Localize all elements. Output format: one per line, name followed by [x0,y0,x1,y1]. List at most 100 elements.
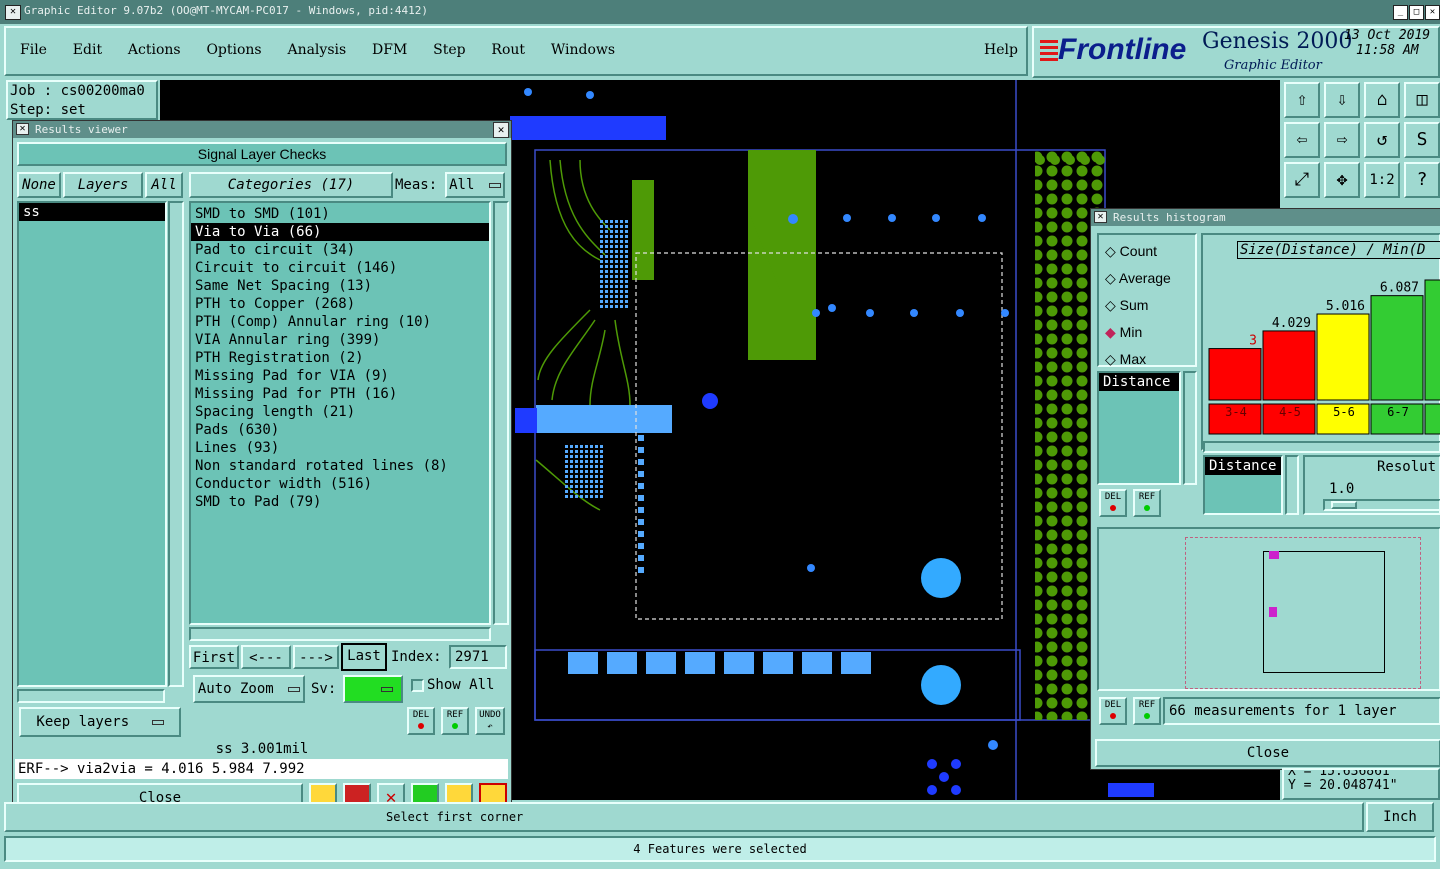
connector-strip [536,405,672,433]
histogram-bar[interactable] [1208,348,1262,401]
min-radio[interactable]: ◆ Min [1105,324,1142,341]
meas-select[interactable]: All [445,172,505,198]
field-scrollbar[interactable] [1183,371,1197,485]
none-button[interactable]: None [17,172,61,198]
index-input[interactable]: 2971 [449,645,507,669]
category-item[interactable]: VIA Annular ring (399) [191,331,489,349]
results-viewer-close-icon[interactable]: ✕ [493,122,509,138]
sum-radio[interactable]: ◇ Sum [1105,297,1148,314]
histogram-bar[interactable] [1370,295,1424,401]
meas-label: Meas: [395,177,438,193]
category-item[interactable]: Pad to circuit (34) [191,241,489,259]
menu-step[interactable]: Step [433,42,465,58]
histogram-bar[interactable] [1262,330,1316,401]
histogram-bar[interactable] [1424,279,1440,401]
average-radio[interactable]: ◇ Average [1105,270,1171,287]
first-button[interactable]: First [189,645,239,669]
category-item[interactable]: Pads (630) [191,421,489,439]
category-item[interactable]: Conductor width (516) [191,475,489,493]
close-window-button[interactable]: ✕ [1425,5,1440,20]
categories-list: SMD to SMD (101) Via to Via (66) Pad to … [189,201,491,625]
menu-options[interactable]: Options [206,42,261,58]
layers-button[interactable]: Layers [63,172,143,198]
resolution-slider[interactable] [1323,499,1440,511]
menu-edit[interactable]: Edit [73,42,102,58]
category-item[interactable]: Circuit to circuit (146) [191,259,489,277]
prev-button[interactable]: <--- [241,645,291,669]
pan-left-icon[interactable]: ⇦ [1284,122,1320,158]
layer-item[interactable]: ss [19,203,165,221]
pan-right-icon[interactable]: ⇨ [1324,122,1360,158]
category-item[interactable]: SMD to Pad (79) [191,493,489,511]
menu-help[interactable]: Help [984,42,1018,58]
home-view-icon[interactable]: ⌂ [1364,82,1400,118]
last-button[interactable]: Last [341,643,387,671]
distance-scrollbar[interactable] [1285,455,1299,515]
preview-marker [1269,607,1277,617]
histogram-hscrollbar[interactable] [1203,441,1440,453]
minimize-button[interactable]: _ [1393,5,1408,20]
category-item[interactable]: Non standard rotated lines (8) [191,457,489,475]
redraw-icon[interactable]: ↺ [1364,122,1400,158]
category-item[interactable]: Missing Pad for PTH (16) [191,385,489,403]
zoom-fit-icon[interactable]: ⤢ [1284,162,1320,198]
max-radio[interactable]: ◇ Max [1105,351,1146,368]
maximize-button[interactable]: □ [1409,5,1424,20]
zoom-1to2-icon[interactable]: 1:2 [1364,162,1400,198]
auto-zoom-select[interactable]: Auto Zoom [193,675,305,703]
category-item[interactable]: Missing Pad for VIA (9) [191,367,489,385]
category-item[interactable]: Via to Via (66) [191,223,489,241]
hist-ref-button[interactable]: REF [1133,489,1161,517]
distance-item[interactable]: Distance [1205,457,1281,475]
hist-del-button[interactable]: DEL [1099,489,1127,517]
results-viewer-title: Results viewer [35,123,128,136]
app-icon: ✕ [5,5,21,20]
menu-windows[interactable]: Windows [551,42,615,58]
show-all-checkbox[interactable] [411,679,424,692]
categories-button[interactable]: Categories (17) [189,172,393,198]
category-item[interactable]: Same Net Spacing (13) [191,277,489,295]
category-item[interactable]: Spacing length (21) [191,403,489,421]
layer-up-icon[interactable]: ⇧ [1284,82,1320,118]
category-item[interactable]: SMD to SMD (101) [191,205,489,223]
undo-button[interactable]: UNDO ↶ [475,707,505,735]
layer-down-icon[interactable]: ⇩ [1324,82,1360,118]
del-button[interactable]: DEL [407,707,435,735]
help-icon[interactable]: ? [1404,162,1440,198]
menu-dfm[interactable]: DFM [372,42,407,58]
category-item[interactable]: PTH to Copper (268) [191,295,489,313]
snap-icon[interactable]: S [1404,122,1440,158]
sv-color-select[interactable] [343,675,403,703]
menu-analysis[interactable]: Analysis [287,42,346,58]
count-radio[interactable]: ◇ Count [1105,243,1157,260]
preview-ref-button[interactable]: REF [1133,697,1161,725]
ref-button[interactable]: REF [441,707,469,735]
category-item[interactable]: PTH (Comp) Annular ring (10) [191,313,489,331]
field-item[interactable]: Distance [1099,373,1179,391]
split-view-icon[interactable]: ◫ [1404,82,1440,118]
keep-layers-button[interactable]: Keep layers [19,707,181,737]
resolution-value: 1.0 [1329,481,1355,497]
next-button[interactable]: ---> [293,645,339,669]
zoom-center-icon[interactable]: ✥ [1324,162,1360,198]
units-select[interactable]: Inch [1366,802,1434,832]
prompt-text: Select first corner [386,810,524,824]
preview-del-button[interactable]: DEL [1099,697,1127,725]
menu-file[interactable]: File [20,42,47,58]
step-label: Step: set [10,102,86,118]
histogram-bar[interactable] [1316,313,1370,401]
menu-actions[interactable]: Actions [128,42,181,58]
all-button[interactable]: All [145,172,183,198]
menu-rout[interactable]: Rout [491,42,525,58]
slider-thumb[interactable] [1331,501,1357,509]
category-item[interactable]: Lines (93) [191,439,489,457]
del-label: DEL [1104,700,1122,710]
layers-hscrollbar[interactable] [17,689,165,703]
categories-hscrollbar[interactable] [189,627,491,641]
layers-scrollbar[interactable] [168,201,184,687]
categories-scrollbar[interactable] [493,201,509,625]
histogram-close-button[interactable]: Close [1095,739,1440,767]
category-item[interactable]: PTH Registration (2) [191,349,489,367]
job-label: Job : cs00200ma0 [10,83,145,99]
radio-icon: ◇ [1105,270,1116,286]
